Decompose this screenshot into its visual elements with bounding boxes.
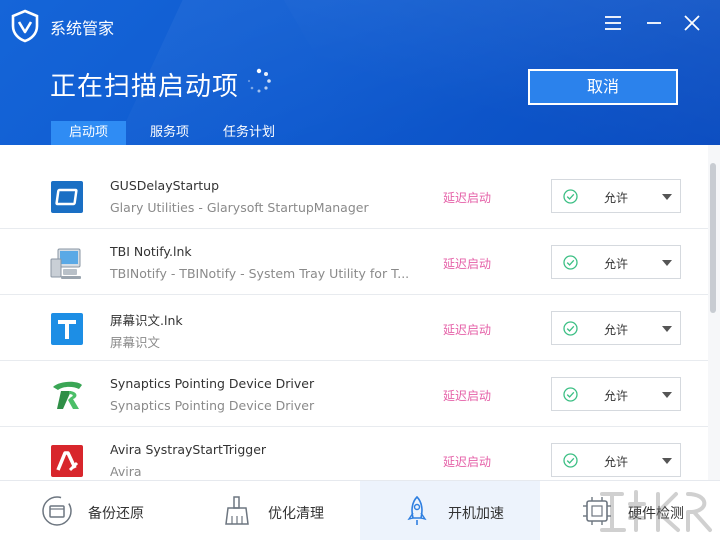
list-item: Avira SystrayStartTrigger Avira 延迟启动 允许 <box>0 427 708 480</box>
computer-monitor-icon <box>50 248 81 279</box>
minimize-icon[interactable] <box>643 12 665 34</box>
chevron-down-icon <box>662 260 672 266</box>
header-bar: 系统管家 正在扫描启动项 取消 启动项 服务项 任务计划 <box>0 0 720 145</box>
permission-value: 允许 <box>604 257 629 271</box>
check-circle-icon <box>563 255 578 270</box>
broom-icon <box>225 496 249 525</box>
chevron-down-icon <box>662 326 672 332</box>
chevron-down-icon <box>662 392 672 398</box>
item-name: TBI Notify.lnk <box>110 244 192 259</box>
loading-spinner-icon <box>247 68 271 93</box>
app-title: 系统管家 <box>50 19 115 38</box>
list-item: TBI Notify.lnk TBINotify - TBINotify - S… <box>0 229 708 295</box>
rocket-icon <box>407 495 427 525</box>
permission-value: 允许 <box>604 323 629 337</box>
item-name: Avira SystrayStartTrigger <box>110 442 267 457</box>
watermark-logo <box>600 490 712 532</box>
nav-label: 优化清理 <box>268 506 324 522</box>
item-description: Glary Utilities - Glarysoft StartupManag… <box>110 200 369 215</box>
chevron-down-icon <box>662 458 672 464</box>
item-description: TBINotify - TBINotify - System Tray Util… <box>110 266 410 281</box>
permission-dropdown[interactable]: 允许 <box>551 443 681 477</box>
chevron-down-icon <box>662 194 672 200</box>
menu-icon[interactable] <box>602 12 624 34</box>
permission-dropdown[interactable]: 允许 <box>551 311 681 345</box>
item-description: Synaptics Pointing Device Driver <box>110 398 315 413</box>
list-item: Synaptics Pointing Device Driver Synapti… <box>0 361 708 427</box>
t-letter-icon <box>51 313 83 345</box>
item-name: 屏幕识文.lnk <box>110 313 183 328</box>
list-item: 屏幕识文.lnk 屏幕识文 延迟启动 允许 <box>0 295 708 361</box>
status-label: 延迟启动 <box>443 191 492 205</box>
list-item: GUSDelayStartup Glary Utilities - Glarys… <box>0 163 708 229</box>
permission-dropdown[interactable]: 允许 <box>551 179 681 213</box>
scrollbar-thumb[interactable] <box>710 163 716 313</box>
synaptics-icon <box>53 381 82 409</box>
check-circle-icon <box>563 189 578 204</box>
permission-value: 允许 <box>604 191 629 205</box>
item-name: GUSDelayStartup <box>110 178 220 193</box>
nav-boot-speedup[interactable]: 开机加速 <box>360 481 540 540</box>
scan-title: 正在扫描启动项 <box>50 72 240 102</box>
nav-label: 开机加速 <box>448 506 504 522</box>
item-description: 屏幕识文 <box>110 335 161 350</box>
permission-dropdown[interactable]: 允许 <box>551 377 681 411</box>
startup-item-list: GUSDelayStartup Glary Utilities - Glarys… <box>0 145 708 480</box>
nav-backup-restore[interactable]: 备份还原 <box>0 481 180 540</box>
check-circle-icon <box>563 321 578 336</box>
permission-value: 允许 <box>604 389 629 403</box>
nav-label: 备份还原 <box>88 506 144 522</box>
status-label: 延迟启动 <box>443 389 492 403</box>
shield-v-icon <box>11 9 39 43</box>
tab-startup-items[interactable]: 启动项 <box>51 121 127 145</box>
check-circle-icon <box>563 387 578 402</box>
status-label: 延迟启动 <box>443 455 492 469</box>
status-label: 延迟启动 <box>443 257 492 271</box>
cancel-button[interactable]: 取消 <box>528 69 678 105</box>
glary-app-icon <box>51 181 83 213</box>
avira-icon <box>51 445 83 477</box>
check-circle-icon <box>563 453 578 468</box>
permission-dropdown[interactable]: 允许 <box>551 245 681 279</box>
item-description: Avira <box>110 464 142 479</box>
tab-services[interactable]: 服务项 <box>150 121 189 145</box>
tab-scheduled-tasks[interactable]: 任务计划 <box>223 121 275 145</box>
close-icon[interactable] <box>681 12 703 34</box>
permission-value: 允许 <box>604 455 629 469</box>
item-name: Synaptics Pointing Device Driver <box>110 376 315 391</box>
status-label: 延迟启动 <box>443 323 492 337</box>
nav-optimize-clean[interactable]: 优化清理 <box>180 481 360 540</box>
backup-restore-icon <box>42 496 72 526</box>
